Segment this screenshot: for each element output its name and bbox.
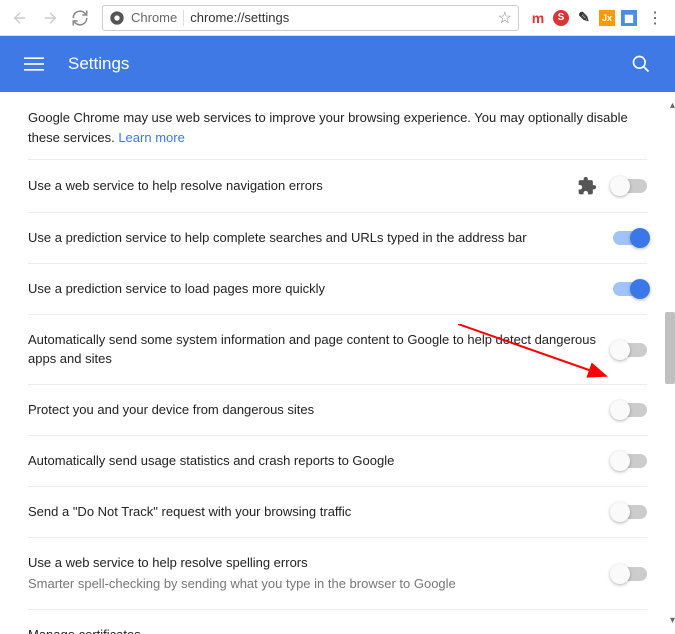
row-nav-errors: Use a web service to help resolve naviga… [28,159,647,212]
scroll-up-indicator[interactable]: ▴ [670,100,675,111]
chrome-icon [109,10,125,26]
extension-jx-icon[interactable]: Jx [599,10,615,26]
address-bar[interactable]: Chrome chrome://settings ☆ [102,5,519,31]
star-icon[interactable]: ☆ [498,8,512,28]
toggle-stats[interactable] [613,454,647,468]
scrollbar-thumb[interactable] [665,312,675,384]
intro-text: Google Chrome may use web services to im… [28,108,647,147]
omnibox-divider [183,10,184,26]
row-send-info: Automatically send some system informati… [28,314,647,383]
search-button[interactable] [631,54,651,74]
extension-m-icon[interactable]: m [529,9,547,27]
settings-header: Settings [0,36,675,92]
extension-bookmark-icon[interactable]: ◼ [621,10,637,26]
extension-s-icon[interactable]: S [553,10,569,26]
row-stats: Automatically send usage statistics and … [28,435,647,486]
row-prediction-search: Use a prediction service to help complet… [28,212,647,263]
extension-brush-icon[interactable]: ✎ [575,9,593,27]
forward-icon [41,9,59,27]
row-label: Protect you and your device from dangero… [28,401,613,419]
row-spelling: Use a web service to help resolve spelli… [28,537,647,608]
back-button[interactable] [8,6,32,30]
scroll-down-indicator[interactable]: ▾ [670,615,675,626]
toggle-protect[interactable] [613,403,647,417]
page-title: Settings [68,54,631,74]
url-text: chrome://settings [190,10,497,25]
content-area: ▴ Google Chrome may use web services to … [0,92,675,634]
learn-more-link[interactable]: Learn more [118,130,184,145]
browser-toolbar: Chrome chrome://settings ☆ m S ✎ Jx ◼ ⋮ [0,0,675,36]
settings-list: Google Chrome may use web services to im… [0,92,675,634]
toggle-prediction-load[interactable] [613,282,647,296]
row-label: Use a web service to help resolve spelli… [28,554,613,592]
toggle-spelling[interactable] [613,567,647,581]
row-label: Manage certificates Manage HTTPS/SSL cer… [28,626,629,634]
row-protect: Protect you and your device from dangero… [28,384,647,435]
forward-button[interactable] [38,6,62,30]
hamburger-icon [24,54,44,74]
browser-label: Chrome [131,10,177,25]
row-label: Send a "Do Not Track" request with your … [28,503,613,521]
toggle-send-info[interactable] [613,343,647,357]
browser-menu-button[interactable]: ⋮ [643,8,667,28]
row-label: Use a prediction service to help complet… [28,229,613,247]
row-label: Automatically send some system informati… [28,331,613,367]
reload-icon [71,9,89,27]
puzzle-icon[interactable] [577,176,597,196]
toggle-dnt[interactable] [613,505,647,519]
search-icon [631,54,651,74]
row-label: Use a web service to help resolve naviga… [28,177,577,195]
row-prediction-load: Use a prediction service to load pages m… [28,263,647,314]
row-label: Use a prediction service to load pages m… [28,280,613,298]
row-label: Automatically send usage statistics and … [28,452,613,470]
toggle-nav-errors[interactable] [613,179,647,193]
reload-button[interactable] [68,6,92,30]
back-icon [11,9,29,27]
row-certificates[interactable]: Manage certificates Manage HTTPS/SSL cer… [28,609,647,634]
row-dnt: Send a "Do Not Track" request with your … [28,486,647,537]
toggle-prediction-search[interactable] [613,231,647,245]
menu-button[interactable] [24,54,44,74]
